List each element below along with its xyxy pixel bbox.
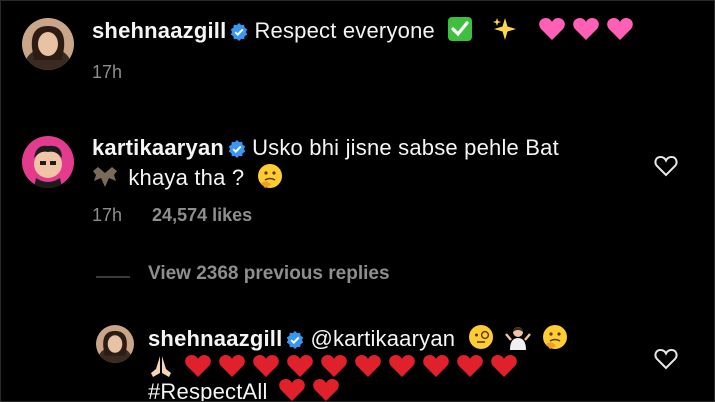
red-heart-icon [456, 353, 484, 384]
red-heart-icon [354, 353, 382, 384]
like-heart-icon[interactable] [654, 155, 678, 177]
comment-meta: 17h 24,574 likes [92, 205, 252, 226]
comment-time: 17h [92, 62, 123, 82]
comment-text-line1: Usko bhi jisne sabse pehle Bat [252, 135, 559, 160]
comment-time: 17h [92, 205, 123, 225]
bat-icon [92, 165, 118, 197]
check-mark-icon [447, 16, 473, 50]
thinking-face-icon [257, 163, 283, 197]
comment-text: Respect everyone [254, 18, 435, 43]
mention-link[interactable]: @kartikaaryan [310, 326, 455, 351]
red-heart-icon [490, 353, 518, 384]
verified-badge-icon [228, 136, 246, 166]
hashtag-link[interactable]: #RespectAll [148, 379, 268, 402]
like-heart-icon[interactable] [654, 348, 678, 370]
hashtag-row: #RespectAll [148, 377, 348, 402]
username[interactable]: shehnaazgill [92, 18, 226, 43]
red-heart-icon [312, 377, 340, 402]
avatar[interactable] [22, 136, 74, 188]
comment-text-line2: khaya tha ? [128, 165, 245, 190]
view-previous-replies-button[interactable]: View 2368 previous replies [148, 263, 390, 285]
thread-separator [96, 276, 130, 278]
red-heart-icon [278, 377, 306, 402]
thinking-face-icon [542, 324, 568, 358]
username[interactable]: shehnaazgill [148, 326, 282, 351]
red-hearts-group-2 [272, 379, 340, 402]
avatar[interactable] [22, 18, 74, 70]
username[interactable]: kartikaaryan [92, 135, 224, 160]
avatar[interactable] [96, 325, 134, 363]
likes-count[interactable]: 24,574 likes [152, 205, 252, 225]
pink-heart-icon [538, 16, 566, 50]
verified-badge-icon [230, 19, 248, 49]
pink-heart-icon [572, 16, 600, 50]
red-heart-icon [422, 353, 450, 384]
pink-heart-icon [606, 16, 634, 50]
red-heart-icon [388, 353, 416, 384]
sparkles-icon [492, 16, 518, 50]
